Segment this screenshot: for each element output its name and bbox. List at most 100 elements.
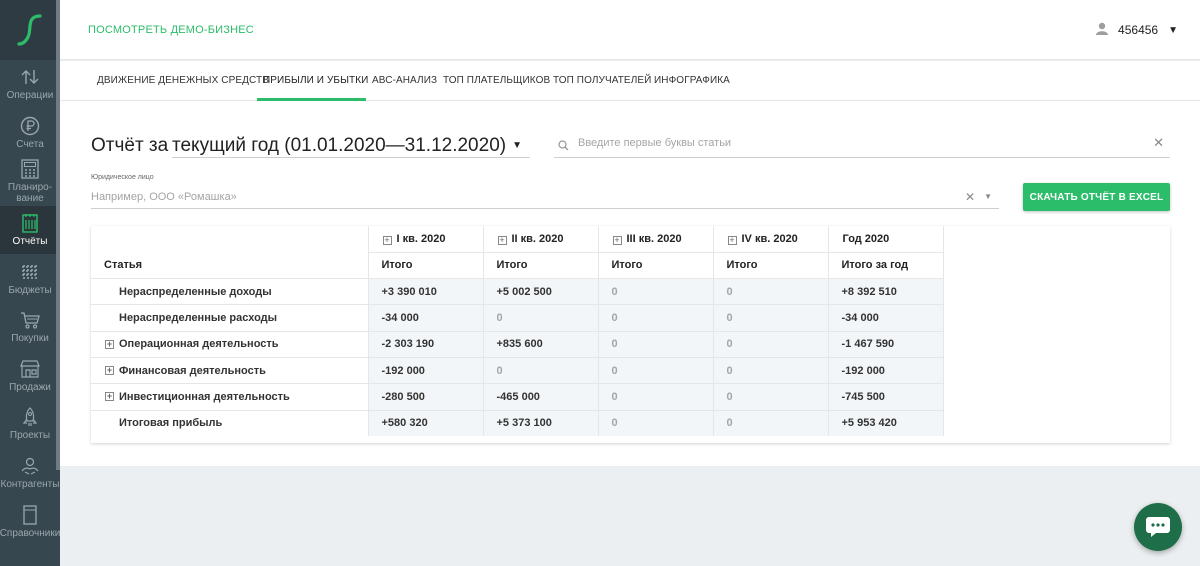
tab-abc-analysis[interactable]: АВС-АНАЛИЗ xyxy=(372,75,437,86)
sidebar-item-accounts[interactable]: Счета xyxy=(0,109,60,158)
row-value: 0 xyxy=(713,304,829,332)
legal-entity-input[interactable] xyxy=(91,191,951,203)
row-value: 0 xyxy=(598,278,714,305)
report-tabs: ДВИЖЕНИЕ ДЕНЕЖНЫХ СРЕДСТВ ПРИБЫЛИ И УБЫТ… xyxy=(60,61,1200,101)
close-icon[interactable]: ✕ xyxy=(965,190,975,204)
caret-down-icon[interactable]: ▼ xyxy=(984,192,992,201)
row-value: +8 392 510 xyxy=(828,278,944,305)
caret-down-icon: ▼ xyxy=(512,140,522,151)
sidebar-item-reports[interactable]: Отчёты xyxy=(0,205,60,255)
row-label: Финансовая деятельность xyxy=(119,364,266,377)
row-label: Нераспределенные расходы xyxy=(119,312,278,325)
report-title: Отчёт за xyxy=(91,135,169,156)
row-value: 0 xyxy=(483,356,599,384)
demo-business-link[interactable]: ПОСМОТРЕТЬ ДЕМО-БИЗНЕС xyxy=(88,24,254,36)
row-value: 0 xyxy=(483,304,599,332)
quarter-header[interactable]: + IV кв. 2020 xyxy=(713,226,829,253)
column-header-total: Итого xyxy=(598,252,714,279)
row-value: 0 xyxy=(713,330,829,358)
row-value: 0 xyxy=(713,278,829,305)
row-article-name[interactable]: + Финансовая деятельность xyxy=(91,356,369,384)
row-value: 0 xyxy=(598,304,714,332)
table-row: + Инвестиционная деятельность -280 500 -465… xyxy=(91,383,944,411)
profit-loss-table: + I кв. 2020 + II кв. 2020 + III кв. 2020 +… xyxy=(91,226,1170,443)
tab-profit-loss[interactable]: ПРИБЫЛИ И УБЫТКИ xyxy=(263,75,368,86)
table-row: Нераспределенные доходы +3 390 010 +5 002 … xyxy=(91,278,944,305)
sidebar: Операции Счета Планиро-вание Отчёты Бюдж… xyxy=(0,0,60,566)
expand-icon[interactable]: + xyxy=(105,392,114,402)
sidebar-item-purchases[interactable]: Покупки xyxy=(0,303,60,352)
tab-top-payers[interactable]: ТОП ПЛАТЕЛЬЩИКОВ xyxy=(443,75,550,86)
expand-icon[interactable]: + xyxy=(105,339,114,349)
sidebar-item-label: Проекты xyxy=(9,430,51,442)
report-panel: Отчёт за текущий год (01.01.2020—31.12.2… xyxy=(60,101,1200,466)
period-select[interactable]: текущий год (01.01.2020—31.12.2020) ▼ xyxy=(172,135,530,158)
book-icon xyxy=(19,504,41,525)
sidebar-item-sales[interactable]: Продажи xyxy=(0,352,60,401)
column-header-article: Статья xyxy=(91,252,369,279)
row-value: +835 600 xyxy=(483,330,599,358)
expand-icon[interactable]: + xyxy=(612,235,622,245)
app-logo[interactable] xyxy=(0,0,60,60)
expand-icon[interactable]: + xyxy=(727,235,737,245)
year-header: Год 2020 xyxy=(828,226,944,253)
sidebar-item-label: Продажи xyxy=(9,381,51,393)
sidebar-item-label: Счета xyxy=(16,138,44,150)
row-value: 0 xyxy=(598,409,714,437)
row-article-name: Нераспределенные расходы xyxy=(91,304,369,332)
expand-icon[interactable]: + xyxy=(105,365,114,375)
handshake-icon xyxy=(19,456,41,476)
row-value: +5 002 500 xyxy=(483,278,599,305)
row-value: 0 xyxy=(598,383,714,411)
user-name: 456456 xyxy=(1118,23,1159,37)
row-value: -34 000 xyxy=(368,304,484,332)
arrows-icon xyxy=(19,67,41,87)
sidebar-item-planning[interactable]: Планиро-вание xyxy=(0,157,60,206)
legal-entity-select: ✕ ▼ xyxy=(91,187,999,209)
sidebar-item-budgets[interactable]: Бюджеты xyxy=(0,254,60,303)
sidebar-item-directories[interactable]: Справочники xyxy=(0,497,60,546)
table-row: + Финансовая деятельность -192 000 0 0 0 -192 … xyxy=(91,356,944,384)
grid-icon xyxy=(19,262,41,282)
column-header-total: Итого xyxy=(713,252,829,279)
period-value: текущий год (01.01.2020—31.12.2020) xyxy=(172,135,507,156)
sidebar-item-label: Контрагенты xyxy=(0,479,60,491)
close-icon[interactable]: ✕ xyxy=(1153,135,1164,151)
tab-top-recipients[interactable]: ТОП ПОЛУЧАТЕЛЕЙ xyxy=(553,75,651,86)
quarter-header[interactable]: + III кв. 2020 xyxy=(598,226,714,253)
expand-icon[interactable]: + xyxy=(382,235,392,245)
table-body: Нераспределенные доходы +3 390 010 +5 002 … xyxy=(91,278,944,437)
user-menu[interactable]: 456456 ▼ xyxy=(1096,22,1178,38)
row-article-name: Итоговая прибыль xyxy=(91,409,369,437)
ruble-coin-icon xyxy=(19,116,41,136)
calculator-icon xyxy=(19,159,41,179)
row-value: +5 953 420 xyxy=(828,409,944,437)
column-header-year-total: Итого за год xyxy=(828,252,944,279)
quarter-header[interactable]: + II кв. 2020 xyxy=(483,226,599,253)
tab-cash-flow[interactable]: ДВИЖЕНИЕ ДЕНЕЖНЫХ СРЕДСТВ xyxy=(97,75,269,86)
row-article-name: Нераспределенные доходы xyxy=(91,278,369,305)
row-value: -745 500 xyxy=(828,383,944,411)
sidebar-item-projects[interactable]: Проекты xyxy=(0,400,60,449)
row-value: +580 320 xyxy=(368,409,484,437)
row-value: 0 xyxy=(598,356,714,384)
row-article-name[interactable]: + Инвестиционная деятельность xyxy=(91,383,369,411)
chat-icon xyxy=(1146,517,1170,537)
expand-icon[interactable]: + xyxy=(497,235,507,245)
table-row: Нераспределенные расходы -34 000 0 0 0 -34 00… xyxy=(91,304,944,332)
row-article-name[interactable]: + Операционная деятельность xyxy=(91,330,369,358)
column-header-total: Итого xyxy=(483,252,599,279)
sidebar-item-label: Покупки xyxy=(11,333,49,345)
store-icon xyxy=(19,359,41,379)
table-corner xyxy=(91,226,369,253)
sidebar-item-operations[interactable]: Операции xyxy=(0,60,60,109)
sidebar-item-contractors[interactable]: Контрагенты xyxy=(0,449,60,498)
quarter-header[interactable]: + I кв. 2020 xyxy=(368,226,484,253)
tab-infographics[interactable]: ИНФОГРАФИКА xyxy=(654,75,730,86)
download-excel-button[interactable]: СКАЧАТЬ ОТЧЁТ В EXCEL xyxy=(1023,183,1170,211)
row-value: 0 xyxy=(713,409,829,437)
chat-button[interactable] xyxy=(1134,503,1182,551)
search-input[interactable] xyxy=(578,137,1118,149)
rocket-icon xyxy=(19,407,41,427)
logo-icon xyxy=(17,14,42,46)
